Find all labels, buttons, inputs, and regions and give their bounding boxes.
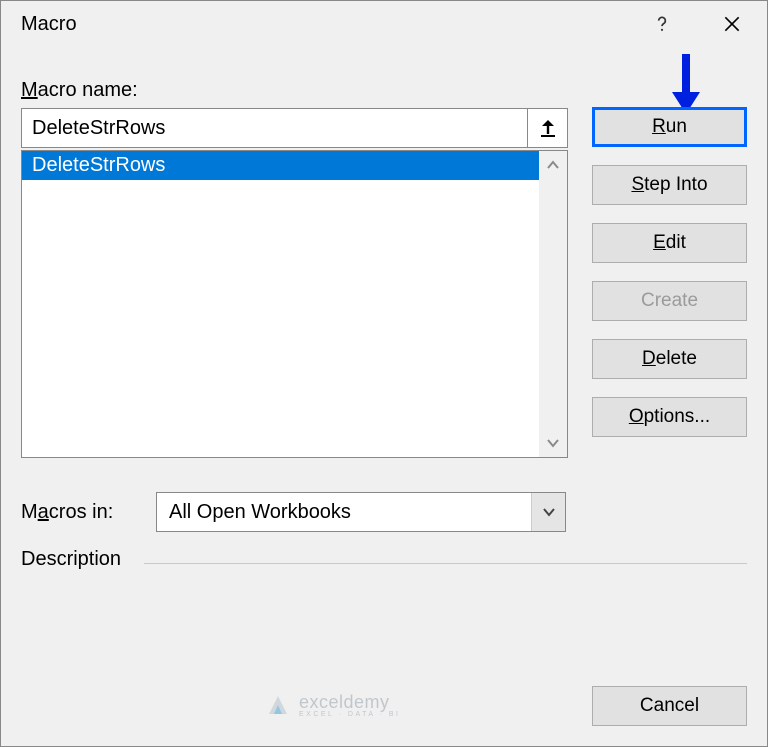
list-item[interactable]: DeleteStrRows [22,151,539,180]
watermark: exceldemy EXCEL · DATA · BI [265,692,401,718]
dialog-content: Macro name: DeleteStrRows [1,47,767,746]
macro-name-label: Macro name: [21,79,568,102]
macro-name-input[interactable] [21,108,528,148]
macro-dialog: Macro Macro name: [0,0,768,747]
combobox-value: All Open Workbooks [157,501,531,524]
collapse-icon [538,118,558,138]
titlebar: Macro [1,1,767,47]
close-icon [722,14,742,34]
cancel-button[interactable]: Cancel [592,686,747,726]
watermark-logo-icon [265,692,291,718]
watermark-text: exceldemy [299,693,401,711]
description-separator [144,563,747,564]
question-icon [652,14,672,34]
combobox-arrow[interactable] [531,493,565,531]
macros-in-label: Macros in: [21,501,136,524]
run-button[interactable]: Run [592,107,747,147]
macro-listbox[interactable]: DeleteStrRows [21,150,568,458]
chevron-down-icon [542,505,556,519]
description-label: Description [21,548,136,571]
delete-button[interactable]: Delete [592,339,747,379]
close-button[interactable] [697,1,767,47]
listbox-scrollbar[interactable] [539,151,567,457]
macros-in-combobox[interactable]: All Open Workbooks [156,492,566,532]
create-button: Create [592,281,747,321]
chevron-up-icon [547,159,559,171]
step-into-button[interactable]: Step Into [592,165,747,205]
chevron-down-icon [547,437,559,449]
scroll-up-button[interactable] [539,151,567,179]
options-button[interactable]: Options... [592,397,747,437]
edit-button[interactable]: Edit [592,223,747,263]
help-button[interactable] [627,1,697,47]
scroll-down-button[interactable] [539,429,567,457]
watermark-subtext: EXCEL · DATA · BI [299,711,401,718]
collapse-dialog-button[interactable] [528,108,568,148]
dialog-title: Macro [21,13,627,36]
